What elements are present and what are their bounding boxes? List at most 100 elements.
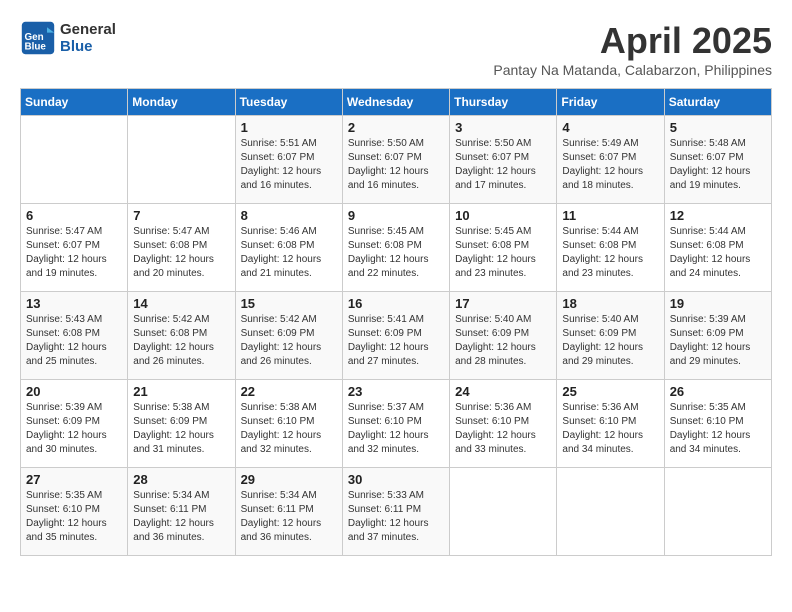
day-number: 23 — [348, 384, 444, 399]
calendar-cell — [450, 468, 557, 556]
day-info: Sunrise: 5:49 AM Sunset: 6:07 PM Dayligh… — [562, 137, 658, 193]
day-number: 25 — [562, 384, 658, 399]
day-number: 24 — [455, 384, 551, 399]
calendar-cell: 25 Sunrise: 5:36 AM Sunset: 6:10 PM Dayli… — [557, 380, 664, 468]
day-number: 30 — [348, 472, 444, 487]
svg-text:Blue: Blue — [25, 42, 47, 53]
calendar-cell: 2 Sunrise: 5:50 AM Sunset: 6:07 PM Daylig… — [342, 116, 449, 204]
calendar-week-1: 1 Sunrise: 5:51 AM Sunset: 6:07 PM Daylig… — [21, 116, 772, 204]
calendar-cell: 7Sunrise: 5:47 AM Sunset: 6:08 PM Daylig… — [128, 204, 235, 292]
day-info: Sunrise: 5:50 AM Sunset: 6:07 PM Dayligh… — [455, 137, 551, 193]
calendar-table: SundayMondayTuesdayWednesdayThursdayFrid… — [20, 88, 772, 556]
day-info: Sunrise: 5:42 AM Sunset: 6:09 PM Dayligh… — [241, 313, 337, 369]
calendar-cell: 1 Sunrise: 5:51 AM Sunset: 6:07 PM Daylig… — [235, 116, 342, 204]
calendar-cell: 30 Sunrise: 5:33 AM Sunset: 6:11 PM Dayli… — [342, 468, 449, 556]
day-number: 3 — [455, 120, 551, 135]
day-number: 29 — [241, 472, 337, 487]
day-header-thursday: Thursday — [450, 89, 557, 116]
day-info: Sunrise: 5:35 AM Sunset: 6:10 PM Dayligh… — [670, 401, 766, 457]
day-number: 16 — [348, 296, 444, 311]
day-info: Sunrise: 5:40 AM Sunset: 6:09 PM Dayligh… — [562, 313, 658, 369]
calendar-cell: 14 Sunrise: 5:42 AM Sunset: 6:08 PM Dayli… — [128, 292, 235, 380]
calendar-cell — [664, 468, 771, 556]
day-info: Sunrise: 5:35 AM Sunset: 6:10 PM Dayligh… — [26, 489, 122, 545]
day-info: Sunrise: 5:48 AM Sunset: 6:07 PM Dayligh… — [670, 137, 766, 193]
calendar-cell: 19Sunrise: 5:39 AM Sunset: 6:09 PM Dayli… — [664, 292, 771, 380]
day-info: Sunrise: 5:39 AM Sunset: 6:09 PM Dayligh… — [26, 401, 122, 457]
logo: Gen Blue General Blue — [20, 20, 116, 56]
day-info: Sunrise: 5:41 AM Sunset: 6:09 PM Dayligh… — [348, 313, 444, 369]
calendar-cell: 21 Sunrise: 5:38 AM Sunset: 6:09 PM Dayli… — [128, 380, 235, 468]
calendar-cell: 23Sunrise: 5:37 AM Sunset: 6:10 PM Dayli… — [342, 380, 449, 468]
day-header-monday: Monday — [128, 89, 235, 116]
calendar-cell: 12Sunrise: 5:44 AM Sunset: 6:08 PM Dayli… — [664, 204, 771, 292]
day-info: Sunrise: 5:46 AM Sunset: 6:08 PM Dayligh… — [241, 225, 337, 281]
calendar-cell — [557, 468, 664, 556]
day-number: 7 — [133, 208, 229, 223]
day-info: Sunrise: 5:47 AM Sunset: 6:07 PM Dayligh… — [26, 225, 122, 281]
day-info: Sunrise: 5:51 AM Sunset: 6:07 PM Dayligh… — [241, 137, 337, 193]
day-number: 28 — [133, 472, 229, 487]
calendar-cell: 16 Sunrise: 5:41 AM Sunset: 6:09 PM Dayli… — [342, 292, 449, 380]
calendar-cell: 17Sunrise: 5:40 AM Sunset: 6:09 PM Dayli… — [450, 292, 557, 380]
calendar-cell: 9Sunrise: 5:45 AM Sunset: 6:08 PM Daylig… — [342, 204, 449, 292]
day-header-friday: Friday — [557, 89, 664, 116]
calendar-week-5: 27 Sunrise: 5:35 AM Sunset: 6:10 PM Dayli… — [21, 468, 772, 556]
title-block: April 2025 Pantay Na Matanda, Calabarzon… — [493, 20, 772, 78]
calendar-cell — [128, 116, 235, 204]
calendar-cell: 3 Sunrise: 5:50 AM Sunset: 6:07 PM Daylig… — [450, 116, 557, 204]
calendar-week-2: 6 Sunrise: 5:47 AM Sunset: 6:07 PM Daylig… — [21, 204, 772, 292]
day-number: 4 — [562, 120, 658, 135]
day-number: 15 — [241, 296, 337, 311]
day-number: 14 — [133, 296, 229, 311]
day-info: Sunrise: 5:44 AM Sunset: 6:08 PM Dayligh… — [670, 225, 766, 281]
calendar-cell: 11Sunrise: 5:44 AM Sunset: 6:08 PM Dayli… — [557, 204, 664, 292]
day-number: 27 — [26, 472, 122, 487]
day-info: Sunrise: 5:33 AM Sunset: 6:11 PM Dayligh… — [348, 489, 444, 545]
page-header: Gen Blue General Blue April 2025 Pantay … — [20, 20, 772, 78]
day-info: Sunrise: 5:50 AM Sunset: 6:07 PM Dayligh… — [348, 137, 444, 193]
day-number: 21 — [133, 384, 229, 399]
day-number: 20 — [26, 384, 122, 399]
day-info: Sunrise: 5:40 AM Sunset: 6:09 PM Dayligh… — [455, 313, 551, 369]
calendar-cell: 18 Sunrise: 5:40 AM Sunset: 6:09 PM Dayli… — [557, 292, 664, 380]
day-number: 13 — [26, 296, 122, 311]
calendar-cell — [21, 116, 128, 204]
logo-icon: Gen Blue — [20, 20, 56, 56]
day-header-tuesday: Tuesday — [235, 89, 342, 116]
calendar-cell: 6 Sunrise: 5:47 AM Sunset: 6:07 PM Daylig… — [21, 204, 128, 292]
day-info: Sunrise: 5:38 AM Sunset: 6:09 PM Dayligh… — [133, 401, 229, 457]
day-number: 2 — [348, 120, 444, 135]
day-header-wednesday: Wednesday — [342, 89, 449, 116]
calendar-cell: 27 Sunrise: 5:35 AM Sunset: 6:10 PM Dayli… — [21, 468, 128, 556]
day-header-sunday: Sunday — [21, 89, 128, 116]
calendar-cell: 13 Sunrise: 5:43 AM Sunset: 6:08 PM Dayli… — [21, 292, 128, 380]
day-info: Sunrise: 5:45 AM Sunset: 6:08 PM Dayligh… — [348, 225, 444, 281]
day-info: Sunrise: 5:36 AM Sunset: 6:10 PM Dayligh… — [455, 401, 551, 457]
day-number: 5 — [670, 120, 766, 135]
calendar-cell: 15 Sunrise: 5:42 AM Sunset: 6:09 PM Dayli… — [235, 292, 342, 380]
calendar-cell: 28 Sunrise: 5:34 AM Sunset: 6:11 PM Dayli… — [128, 468, 235, 556]
calendar-week-4: 20 Sunrise: 5:39 AM Sunset: 6:09 PM Dayli… — [21, 380, 772, 468]
day-info: Sunrise: 5:34 AM Sunset: 6:11 PM Dayligh… — [133, 489, 229, 545]
day-info: Sunrise: 5:43 AM Sunset: 6:08 PM Dayligh… — [26, 313, 122, 369]
day-number: 1 — [241, 120, 337, 135]
day-info: Sunrise: 5:36 AM Sunset: 6:10 PM Dayligh… — [562, 401, 658, 457]
day-info: Sunrise: 5:42 AM Sunset: 6:08 PM Dayligh… — [133, 313, 229, 369]
calendar-cell: 26Sunrise: 5:35 AM Sunset: 6:10 PM Dayli… — [664, 380, 771, 468]
calendar-cell: 20 Sunrise: 5:39 AM Sunset: 6:09 PM Dayli… — [21, 380, 128, 468]
logo-text-line1: General — [60, 21, 116, 38]
calendar-cell: 24 Sunrise: 5:36 AM Sunset: 6:10 PM Dayli… — [450, 380, 557, 468]
day-number: 11 — [562, 208, 658, 223]
location-title: Pantay Na Matanda, Calabarzon, Philippin… — [493, 62, 772, 78]
day-header-saturday: Saturday — [664, 89, 771, 116]
day-number: 18 — [562, 296, 658, 311]
calendar-header-row: SundayMondayTuesdayWednesdayThursdayFrid… — [21, 89, 772, 116]
calendar-cell: 8Sunrise: 5:46 AM Sunset: 6:08 PM Daylig… — [235, 204, 342, 292]
calendar-cell: 4 Sunrise: 5:49 AM Sunset: 6:07 PM Daylig… — [557, 116, 664, 204]
calendar-cell: 22Sunrise: 5:38 AM Sunset: 6:10 PM Dayli… — [235, 380, 342, 468]
day-number: 19 — [670, 296, 766, 311]
day-number: 10 — [455, 208, 551, 223]
calendar-cell: 10Sunrise: 5:45 AM Sunset: 6:08 PM Dayli… — [450, 204, 557, 292]
day-number: 6 — [26, 208, 122, 223]
